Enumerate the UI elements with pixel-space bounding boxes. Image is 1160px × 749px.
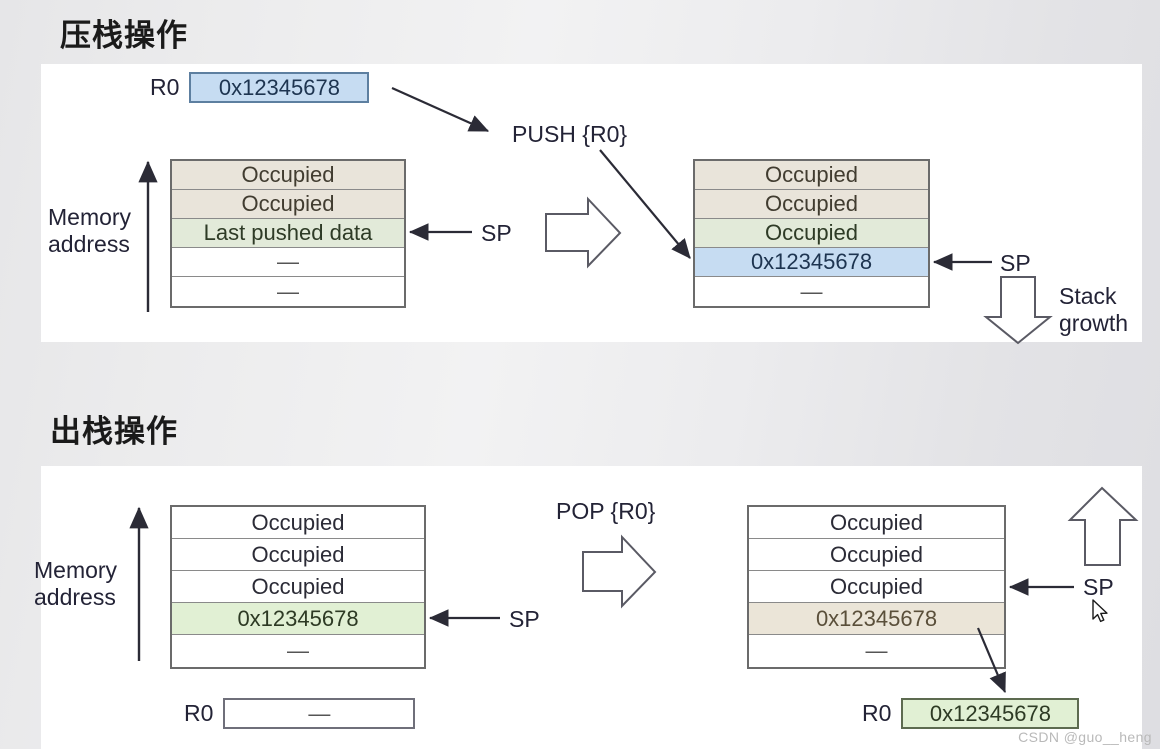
stack-cell: Occupied	[172, 507, 424, 539]
push-sp-label-right: SP	[1000, 250, 1031, 276]
pop-stack-after: Occupied Occupied Occupied 0x12345678—	[747, 505, 1006, 669]
stack-cell: Last pushed data	[172, 219, 404, 248]
pop-register-r0-before: R0 —	[184, 698, 416, 729]
stack-cell: Occupied	[172, 161, 404, 190]
pop-sp-label-right: SP	[1083, 574, 1114, 600]
pop-operation-label: POP {R0}	[556, 498, 656, 524]
pop-memory-address-line1: Memory	[34, 557, 118, 583]
pop-memory-address-line2: address	[34, 584, 116, 611]
watermark: CSDN @guo__heng	[1018, 729, 1152, 745]
push-operation-label: PUSH {R0}	[512, 121, 628, 147]
pop-memory-address-label: Memory address	[34, 557, 117, 611]
push-stack-growth-line2: growth	[1059, 310, 1129, 337]
pop-register-r0-after-label: R0	[862, 700, 892, 726]
pop-register-r0-after: R0 0x12345678	[862, 698, 1080, 729]
push-section-title: 压栈操作	[60, 18, 188, 54]
stack-cell: Occupied	[172, 539, 424, 571]
pop-register-r0-before-value: —	[223, 698, 416, 729]
push-memory-address-line1: Memory	[48, 204, 132, 230]
pop-register-r0-after-value: 0x12345678	[901, 698, 1080, 729]
stack-cell: —	[749, 635, 1004, 667]
stack-cell: Occupied	[695, 161, 928, 190]
push-stack-before: Occupied Occupied Last pushed data — —	[170, 159, 406, 308]
push-memory-address-label: Memory address	[48, 204, 131, 258]
stack-cell: Occupied	[749, 539, 1004, 571]
push-register-r0-value: 0x12345678	[189, 72, 370, 103]
pop-section-title: 出栈操作	[50, 414, 178, 450]
push-stack-growth-label: Stack growth	[1059, 283, 1128, 337]
stack-cell: —	[695, 277, 928, 306]
stack-cell: Occupied	[749, 571, 1004, 603]
stack-cell: —	[172, 635, 424, 667]
push-memory-address-line2: address	[48, 231, 130, 258]
push-register-r0-label: R0	[150, 74, 180, 100]
stack-cell: Occupied	[172, 190, 404, 219]
pop-stack-before: Occupied Occupied Occupied 0x12345678—	[170, 505, 426, 669]
stack-cell: —	[172, 277, 404, 306]
push-stack-after: Occupied Occupied Occupied 0x12345678—	[693, 159, 930, 308]
push-sp-label-left: SP	[481, 220, 512, 246]
stack-cell: Occupied	[172, 571, 424, 603]
stack-cell: Occupied	[695, 219, 928, 248]
stack-cell: Occupied	[695, 190, 928, 219]
stack-cell: 0x12345678	[695, 248, 928, 277]
push-register-r0: R0 0x12345678	[150, 72, 370, 103]
stack-cell: 0x12345678	[172, 603, 424, 635]
stack-cell: Occupied	[749, 507, 1004, 539]
push-stack-growth-line1: Stack	[1059, 283, 1117, 309]
pop-register-r0-before-label: R0	[184, 700, 214, 726]
stack-cell: —	[172, 248, 404, 277]
stack-cell: 0x12345678	[749, 603, 1004, 635]
pop-sp-label-left: SP	[509, 606, 540, 632]
